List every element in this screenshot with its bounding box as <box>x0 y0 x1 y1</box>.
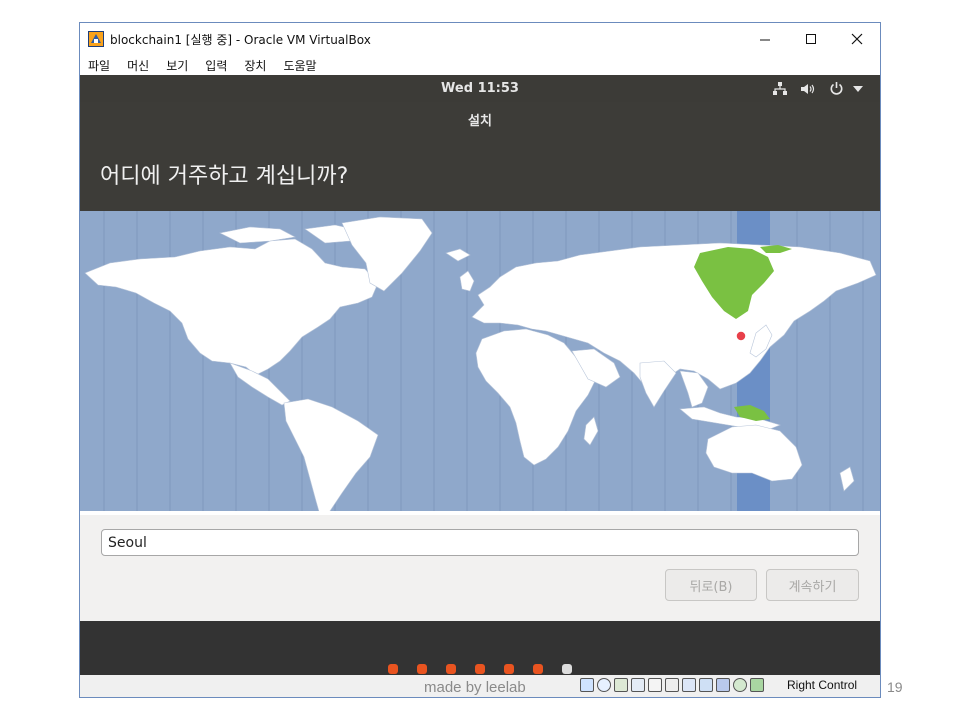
minimize-button[interactable] <box>742 23 788 54</box>
cpu-virtualization-icon[interactable] <box>716 678 730 692</box>
menu-input[interactable]: 입력 <box>197 54 236 75</box>
volume-tray[interactable] <box>798 80 818 97</box>
window-title: blockchain1 [실행 중] - Oracle VM VirtualBo… <box>110 33 371 47</box>
virtualbox-app-icon <box>88 31 104 47</box>
page-number: 19 <box>887 679 903 695</box>
display-icon[interactable] <box>682 678 696 692</box>
menu-devices[interactable]: 장치 <box>236 54 275 75</box>
progress-dot-done <box>446 664 456 674</box>
status-icons <box>580 678 767 692</box>
menu-bar: 파일 머신 보기 입력 장치 도움말 <box>80 54 880 75</box>
progress-dot-done <box>533 664 543 674</box>
progress-dot-done <box>388 664 398 674</box>
usb-icon[interactable] <box>648 678 662 692</box>
menu-help[interactable]: 도움말 <box>275 54 325 75</box>
progress-dot-done <box>417 664 427 674</box>
optical-drive-icon[interactable] <box>597 678 611 692</box>
progress-dot-done <box>475 664 485 674</box>
watermark-text: made by leelab <box>424 679 526 696</box>
ubuntu-top-bar: Wed 11:53 <box>80 75 880 102</box>
timezone-map[interactable] <box>80 211 880 515</box>
power-icon <box>830 82 842 95</box>
location-input[interactable] <box>101 529 859 556</box>
network-tray[interactable] <box>770 80 790 97</box>
video-capture-icon[interactable] <box>699 678 713 692</box>
installer-dialog: 설치 어디에 거주하고 계십니까? Seoul 뒤로(B) 계속하기 <box>80 102 880 621</box>
system-menu-arrow[interactable] <box>850 80 866 97</box>
location-pin-icon <box>735 330 747 342</box>
clock[interactable]: Wed 11:53 <box>80 81 880 96</box>
host-key-label: Right Control <box>787 678 858 692</box>
title-bar[interactable]: blockchain1 [실행 중] - Oracle VM VirtualBo… <box>80 23 880 54</box>
progress-dot-current <box>562 664 572 674</box>
volume-icon <box>801 83 815 94</box>
location-form: 뒤로(B) 계속하기 <box>80 515 880 621</box>
continue-button[interactable]: 계속하기 <box>766 569 859 601</box>
maximize-icon <box>806 33 816 44</box>
close-icon <box>851 33 863 44</box>
world-map-graphic <box>80 211 880 515</box>
installer-header: 설치 어디에 거주하고 계십니까? <box>80 102 880 211</box>
progress-dot-done <box>504 664 514 674</box>
maximize-button[interactable] <box>788 23 834 54</box>
network-icon <box>773 82 787 95</box>
power-tray[interactable] <box>826 80 846 97</box>
menu-view[interactable]: 보기 <box>158 54 197 75</box>
page-title: 어디에 거주하고 계십니까? <box>100 164 349 189</box>
mouse-integration-icon[interactable] <box>733 678 747 692</box>
hard-disk-icon[interactable] <box>580 678 594 692</box>
virtualbox-window: blockchain1 [실행 중] - Oracle VM VirtualBo… <box>79 22 881 698</box>
minimize-icon <box>760 39 770 40</box>
audio-icon[interactable] <box>614 678 628 692</box>
menu-machine[interactable]: 머신 <box>119 54 158 75</box>
network-adapter-icon[interactable] <box>631 678 645 692</box>
chevron-down-icon <box>853 85 863 92</box>
install-progress-dots <box>80 664 880 674</box>
host-key-icon[interactable] <box>750 678 764 692</box>
installer-title: 설치 <box>468 114 492 129</box>
menu-file[interactable]: 파일 <box>80 54 119 75</box>
back-button[interactable]: 뒤로(B) <box>665 569 757 601</box>
close-button[interactable] <box>834 23 880 54</box>
shared-folder-icon[interactable] <box>665 678 679 692</box>
guest-screen[interactable]: Wed 11:53 설치 어디에 거주하고 계십니까? Seoul 뒤로(B) … <box>80 75 880 675</box>
